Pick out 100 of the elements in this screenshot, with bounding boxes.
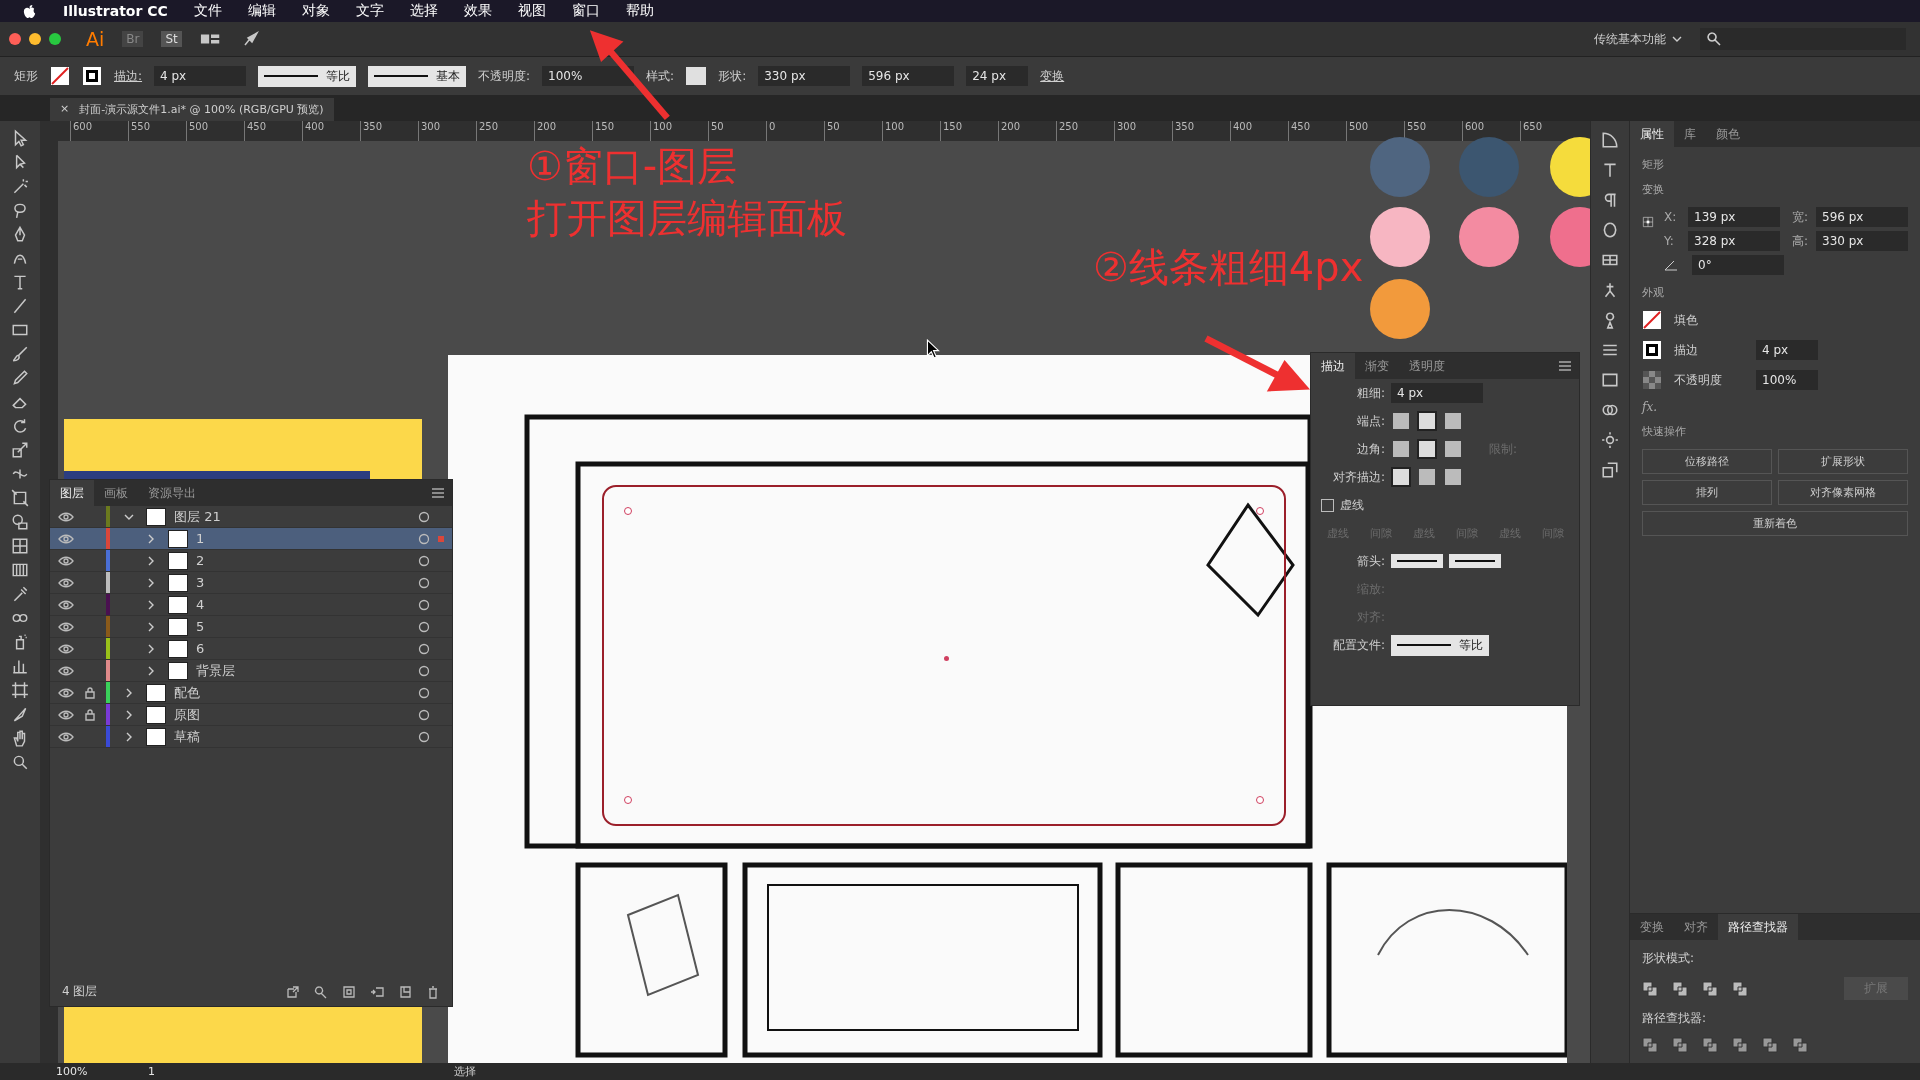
menu-item[interactable]: 文件 <box>193 2 222 20</box>
panel-tab[interactable]: 对齐 <box>1674 913 1718 941</box>
align-stroke-button[interactable] <box>1443 467 1463 487</box>
panel-tab[interactable]: 画板 <box>94 479 138 507</box>
lasso-icon[interactable] <box>11 201 29 219</box>
line-icon[interactable] <box>11 297 29 315</box>
panel-tab[interactable]: 资源导出 <box>138 479 206 507</box>
quick-action-button[interactable]: 对齐像素网格 <box>1778 480 1908 505</box>
rotate-icon[interactable] <box>11 417 29 435</box>
chevron-icon[interactable] <box>146 555 156 566</box>
chevron-icon[interactable] <box>146 665 156 676</box>
panel-tab[interactable]: 渐变 <box>1355 352 1399 380</box>
type-icon[interactable] <box>11 273 29 291</box>
new-layer-icon[interactable] <box>398 984 412 999</box>
lock-icon[interactable] <box>85 686 95 699</box>
menu-item[interactable]: 文字 <box>355 2 384 20</box>
quick-action-button[interactable]: 位移路径 <box>1642 449 1772 474</box>
trash-icon[interactable] <box>426 984 440 999</box>
end-arrowhead-dropdown[interactable] <box>1449 554 1501 568</box>
layer-row[interactable]: 2 <box>50 550 452 572</box>
cap-button[interactable] <box>1417 411 1437 431</box>
knife-icon[interactable] <box>11 705 29 723</box>
close-tab-button[interactable]: × <box>60 102 70 117</box>
menu-item[interactable]: 编辑 <box>247 2 276 20</box>
pathfinder-icon[interactable] <box>1702 1037 1718 1053</box>
layer-row[interactable]: 1 <box>50 528 452 550</box>
corner-radius-field[interactable]: 24 px <box>966 66 1029 86</box>
chevron-icon[interactable] <box>124 709 134 720</box>
menu-item[interactable]: 选择 <box>409 2 438 20</box>
layer-row[interactable]: 配色 <box>50 682 452 704</box>
corner-button[interactable] <box>1391 439 1411 459</box>
pathfinder-icon[interactable] <box>1792 1037 1808 1053</box>
target-circle-icon[interactable] <box>418 576 430 589</box>
chevron-icon[interactable] <box>146 643 156 654</box>
layer-row[interactable]: 原图 <box>50 704 452 726</box>
shape-mode-icon[interactable] <box>1732 980 1748 997</box>
transform-field[interactable]: 328 px <box>1688 231 1780 251</box>
target-circle-icon[interactable] <box>418 730 430 743</box>
panel-tab[interactable]: 透明度 <box>1399 352 1455 380</box>
document-tab[interactable]: × 封面-演示源文件1.ai* @ 100% (RGB/GPU 预览) <box>50 98 334 121</box>
corner-button[interactable] <box>1417 439 1437 459</box>
target-circle-icon[interactable] <box>418 510 430 523</box>
align-stroke-button[interactable] <box>1417 467 1437 487</box>
width-field[interactable]: 330 px <box>758 66 851 86</box>
cap-button[interactable] <box>1443 411 1463 431</box>
panel-tab[interactable]: 库 <box>1674 120 1706 148</box>
pathfinder-icon[interactable] <box>1732 1037 1748 1053</box>
stroke-swatch-icon[interactable] <box>82 66 102 86</box>
menu-item[interactable]: 对象 <box>301 2 330 20</box>
pathfinder-icon[interactable] <box>1762 1037 1778 1053</box>
fill-none-swatch-icon[interactable] <box>50 66 70 86</box>
stock-button[interactable]: St <box>161 31 182 47</box>
menu-item[interactable]: 帮助 <box>625 2 654 20</box>
stroke-weight-field[interactable]: 4 px <box>154 66 247 86</box>
opacity-field[interactable]: 100% <box>542 66 635 86</box>
pathfinder-icon[interactable] <box>1672 1037 1688 1053</box>
eye-icon[interactable] <box>58 621 74 632</box>
type-icon[interactable] <box>1601 161 1619 179</box>
variable-width-profile-dropdown[interactable]: 等比 <box>258 65 357 87</box>
panel-tab[interactable]: 描边 <box>1311 352 1355 380</box>
eye-icon[interactable] <box>58 511 74 522</box>
panel-tab[interactable]: 属性 <box>1630 120 1674 148</box>
search-icon[interactable] <box>11 753 29 771</box>
pathfinder-icon[interactable] <box>1642 1037 1658 1053</box>
layer-row[interactable]: 草稿 <box>50 726 452 748</box>
chevron-icon[interactable] <box>146 533 156 544</box>
pencil-icon[interactable] <box>11 369 29 387</box>
menu-icon[interactable] <box>432 488 444 498</box>
transform-link[interactable]: 变换 <box>1040 67 1065 85</box>
height-field[interactable]: 596 px <box>862 66 955 86</box>
target-circle-icon[interactable] <box>418 598 430 611</box>
profile-dropdown[interactable]: 等比 <box>1391 634 1489 656</box>
panel-tab[interactable]: 路径查找器 <box>1718 913 1798 941</box>
eye-icon[interactable] <box>58 709 74 720</box>
export-icon[interactable] <box>286 984 300 999</box>
panel-tab[interactable]: 变换 <box>1630 913 1674 941</box>
eyedropper-icon[interactable] <box>11 585 29 603</box>
chevron-icon[interactable] <box>124 731 134 742</box>
shape-mode-icon[interactable] <box>1702 980 1718 997</box>
target-circle-icon[interactable] <box>418 708 430 721</box>
eye-icon[interactable] <box>58 643 74 654</box>
eye-icon[interactable] <box>58 555 74 566</box>
lock-icon[interactable] <box>85 708 95 721</box>
rotation-field[interactable]: 0° <box>1692 255 1784 275</box>
eye-icon[interactable] <box>58 577 74 588</box>
quick-action-button[interactable]: 重新着色 <box>1642 511 1908 536</box>
style-swatch[interactable] <box>686 67 707 85</box>
cap-button[interactable] <box>1391 411 1411 431</box>
caret-icon[interactable] <box>1672 36 1682 42</box>
checkerboard-icon[interactable] <box>1642 370 1662 390</box>
align-stroke-button[interactable] <box>1391 467 1411 487</box>
chevron-icon[interactable] <box>146 599 156 610</box>
panel-tab[interactable]: 颜色 <box>1706 120 1750 148</box>
gradient-icon[interactable] <box>11 561 29 579</box>
eye-icon[interactable] <box>58 599 74 610</box>
layer-row[interactable]: 4 <box>50 594 452 616</box>
opacity-field[interactable]: 100% <box>1756 370 1818 390</box>
free-transform-icon[interactable] <box>11 489 29 507</box>
shape-mode-icon[interactable] <box>1642 980 1658 997</box>
layer-row[interactable]: 5 <box>50 616 452 638</box>
